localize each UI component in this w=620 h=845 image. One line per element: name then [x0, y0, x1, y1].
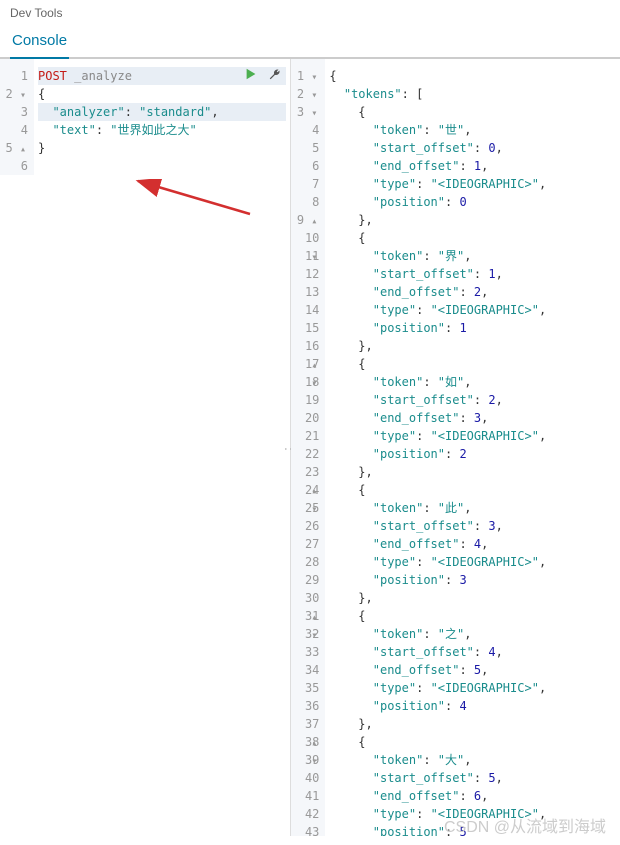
response-line: "end_offset": 6, [329, 787, 616, 805]
response-line: "type": "<IDEOGRAPHIC>", [329, 301, 616, 319]
response-line: { [329, 67, 616, 85]
response-line: "position": 1 [329, 319, 616, 337]
response-line: "position": 5 [329, 823, 616, 836]
response-line: { [329, 733, 616, 751]
response-line: "position": 0 [329, 193, 616, 211]
response-line: { [329, 607, 616, 625]
response-line: }, [329, 715, 616, 733]
response-line: "type": "<IDEOGRAPHIC>", [329, 427, 616, 445]
page-title: Dev Tools [0, 0, 620, 26]
response-line: "end_offset": 1, [329, 157, 616, 175]
response-line: "end_offset": 5, [329, 661, 616, 679]
request-body-line[interactable]: { [38, 85, 286, 103]
request-body-line[interactable] [38, 157, 286, 175]
response-line: "token": "大", [329, 751, 616, 769]
response-line: "tokens": [ [329, 85, 616, 103]
request-body-line[interactable]: "text": "世界如此之大" [38, 121, 286, 139]
wrench-icon[interactable] [268, 67, 282, 84]
tab-bar: Console [0, 26, 620, 59]
response-line: "token": "如", [329, 373, 616, 391]
response-line: "type": "<IDEOGRAPHIC>", [329, 679, 616, 697]
run-icon[interactable] [244, 67, 258, 84]
response-line: }, [329, 463, 616, 481]
response-line: { [329, 103, 616, 121]
response-line: "end_offset": 2, [329, 283, 616, 301]
response-line: { [329, 481, 616, 499]
response-line: }, [329, 211, 616, 229]
response-line: "token": "世", [329, 121, 616, 139]
request-body-line[interactable]: } [38, 139, 286, 157]
response-line: "start_offset": 5, [329, 769, 616, 787]
response-line: "token": "此", [329, 499, 616, 517]
request-gutter: 12 ▾345 ▴6 [0, 59, 34, 175]
response-line: "end_offset": 3, [329, 409, 616, 427]
response-line: }, [329, 337, 616, 355]
request-body-line[interactable]: "analyzer": "standard", [38, 103, 286, 121]
response-line: "start_offset": 4, [329, 643, 616, 661]
annotation-arrow [130, 179, 260, 219]
response-line: "token": "之", [329, 625, 616, 643]
response-line: "type": "<IDEOGRAPHIC>", [329, 553, 616, 571]
response-line: "type": "<IDEOGRAPHIC>", [329, 175, 616, 193]
response-gutter: 1 ▾2 ▾3 ▾456789 ▴10 ▾111213141516 ▴17 ▾1… [291, 59, 325, 836]
response-line: "type": "<IDEOGRAPHIC>", [329, 805, 616, 823]
response-line: "end_offset": 4, [329, 535, 616, 553]
response-line: { [329, 229, 616, 247]
response-line: "start_offset": 2, [329, 391, 616, 409]
response-line: "token": "界", [329, 247, 616, 265]
tab-console[interactable]: Console [10, 26, 69, 59]
response-line: { [329, 355, 616, 373]
response-viewer[interactable]: 1 ▾2 ▾3 ▾456789 ▴10 ▾111213141516 ▴17 ▾1… [291, 59, 620, 836]
response-line: "start_offset": 1, [329, 265, 616, 283]
response-line: "position": 2 [329, 445, 616, 463]
response-line: }, [329, 589, 616, 607]
response-line: "start_offset": 3, [329, 517, 616, 535]
response-line: "start_offset": 0, [329, 139, 616, 157]
request-editor[interactable]: 12 ▾345 ▴6 POST _analyze{ "analyzer": "s… [0, 59, 291, 836]
response-line: "position": 4 [329, 697, 616, 715]
response-line: "position": 3 [329, 571, 616, 589]
